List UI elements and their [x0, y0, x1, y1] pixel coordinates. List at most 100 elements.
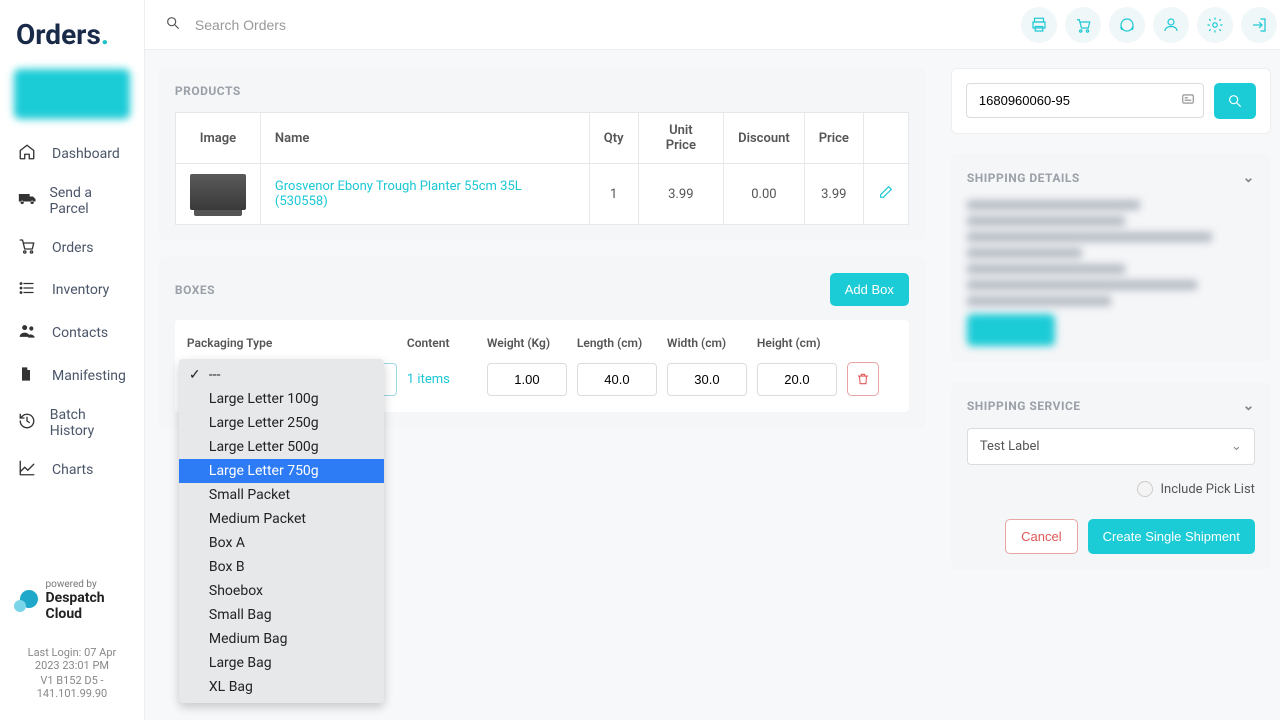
provider-name: Despatch Cloud — [46, 590, 130, 622]
bh-content: Content — [407, 336, 477, 350]
topbar-settings-button[interactable] — [1197, 7, 1233, 43]
sidebar-item-manifesting[interactable]: Manifesting — [0, 355, 144, 397]
topbar-printer-button[interactable] — [1021, 7, 1057, 43]
sidebar-item-label: Contacts — [52, 325, 108, 341]
sidebar-item-dashboard[interactable]: Dashboard — [0, 133, 144, 175]
sidebar-item-inventory[interactable]: Inventory — [0, 269, 144, 311]
sidebar: Orders. Dashboard Send a Parcel Orders I… — [0, 0, 145, 720]
include-pick-list-label: Include Pick List — [1161, 482, 1255, 497]
sidebar-item-contacts[interactable]: Contacts — [0, 311, 144, 355]
truck-icon — [18, 189, 40, 213]
topbar-logout-button[interactable] — [1241, 7, 1277, 43]
topbar-support-button[interactable] — [1109, 7, 1145, 43]
include-pick-list-checkbox[interactable] — [1137, 481, 1153, 497]
boxes-panel: BOXES Add Box Packaging Type Content Wei… — [159, 257, 925, 428]
shipping-service-select[interactable]: Test Label ⌄ — [967, 428, 1255, 465]
th-name: Name — [260, 113, 589, 164]
cart-icon — [18, 237, 42, 259]
bh-width: Width (cm) — [667, 336, 747, 350]
products-table: Image Name Qty Unit Price Discount Price… — [175, 112, 909, 225]
topbar — [145, 0, 1280, 50]
products-title: PRODUCTS — [175, 84, 909, 98]
th-actions — [863, 113, 908, 164]
create-shipment-button[interactable]: Create Single Shipment — [1088, 519, 1255, 554]
last-login-text: Last Login: 07 Apr 2023 23:01 PM — [14, 646, 130, 672]
dropdown-option[interactable]: Box A — [179, 531, 384, 555]
provider-logo-icon — [14, 590, 40, 612]
th-qty: Qty — [589, 113, 638, 164]
shipping-service-value: Test Label — [980, 439, 1040, 454]
table-row: Grosvenor Ebony Trough Planter 55cm 35L … — [175, 164, 908, 225]
product-image-cell — [175, 164, 260, 225]
dropdown-option[interactable]: Large Bag — [179, 651, 384, 675]
chart-line-icon — [18, 459, 42, 481]
box-content-link[interactable]: 1 items — [407, 372, 477, 387]
dropdown-option[interactable]: Small Bag — [179, 603, 384, 627]
weight-input[interactable] — [487, 363, 567, 396]
sidebar-item-label: Orders — [52, 240, 94, 256]
packaging-type-dropdown[interactable]: ---Large Letter 100gLarge Letter 250gLar… — [179, 359, 384, 703]
bh-packaging: Packaging Type — [187, 336, 397, 350]
cancel-button[interactable]: Cancel — [1005, 519, 1077, 554]
th-discount: Discount — [724, 113, 805, 164]
nav: Dashboard Send a Parcel Orders Inventory… — [0, 129, 144, 579]
dropdown-option[interactable]: Medium Bag — [179, 627, 384, 651]
height-input[interactable] — [757, 363, 837, 396]
delete-box-button[interactable] — [847, 362, 879, 396]
sidebar-item-label: Send a Parcel — [50, 185, 126, 217]
shipping-service-title: SHIPPING SERVICE — [967, 399, 1081, 413]
sidebar-footer: powered by Despatch Cloud Last Login: 07… — [0, 579, 144, 720]
edit-icon[interactable] — [878, 189, 894, 204]
th-unit-price: Unit Price — [638, 113, 724, 164]
search-input[interactable] — [195, 17, 1007, 33]
add-box-button[interactable]: Add Box — [830, 273, 909, 306]
dropdown-option[interactable]: --- — [179, 363, 384, 387]
sidebar-item-label: Batch History — [50, 407, 126, 439]
shipping-address-redacted — [967, 200, 1255, 306]
id-card-icon — [1180, 92, 1196, 110]
build-info-text: V1 B152 D5 - 141.101.99.90 — [14, 674, 130, 700]
sidebar-item-orders[interactable]: Orders — [0, 227, 144, 269]
topbar-cart-button[interactable] — [1065, 7, 1101, 43]
shipping-service-panel: SHIPPING SERVICE ⌄ Test Label ⌄ Include … — [951, 382, 1271, 570]
dropdown-option[interactable]: Box B — [179, 555, 384, 579]
width-input[interactable] — [667, 363, 747, 396]
user-card[interactable] — [14, 69, 130, 119]
powered-by-label: powered by — [46, 579, 130, 590]
order-search-button[interactable] — [1214, 83, 1256, 119]
dropdown-option[interactable]: Shoebox — [179, 579, 384, 603]
chevron-down-icon[interactable]: ⌄ — [1243, 170, 1255, 186]
sidebar-item-label: Dashboard — [52, 146, 120, 162]
dropdown-option[interactable]: Large Letter 500g — [179, 435, 384, 459]
list-icon — [18, 279, 42, 301]
product-unit-price: 3.99 — [638, 164, 724, 225]
sidebar-item-charts[interactable]: Charts — [0, 449, 144, 491]
home-icon — [18, 143, 42, 165]
dropdown-option[interactable]: Large Letter 100g — [179, 387, 384, 411]
dropdown-option[interactable]: Small Packet — [179, 483, 384, 507]
chevron-down-icon: ⌄ — [1231, 439, 1242, 454]
shipping-details-panel: SHIPPING DETAILS ⌄ — [951, 154, 1271, 362]
boxes-title: BOXES — [175, 283, 215, 297]
dropdown-option[interactable]: Large Letter 750g — [179, 459, 384, 483]
product-name-link[interactable]: Grosvenor Ebony Trough Planter 55cm 35L … — [275, 179, 522, 209]
sidebar-item-batch-history[interactable]: Batch History — [0, 397, 144, 449]
length-input[interactable] — [577, 363, 657, 396]
topbar-user-button[interactable] — [1153, 7, 1189, 43]
dropdown-option[interactable]: XL Bag — [179, 675, 384, 699]
dropdown-option[interactable]: Large Letter 250g — [179, 411, 384, 435]
dropdown-option[interactable]: Medium Packet — [179, 507, 384, 531]
history-icon — [18, 412, 40, 434]
shipping-details-action-redacted[interactable] — [967, 314, 1055, 346]
search-icon — [165, 15, 181, 35]
sidebar-item-send-parcel[interactable]: Send a Parcel — [0, 175, 144, 227]
order-search-input[interactable] — [966, 83, 1204, 118]
shipping-details-title: SHIPPING DETAILS — [967, 171, 1080, 185]
bh-weight: Weight (Kg) — [487, 336, 567, 350]
product-price: 3.99 — [804, 164, 863, 225]
chevron-down-icon[interactable]: ⌄ — [1243, 398, 1255, 414]
sidebar-item-label: Inventory — [52, 282, 109, 298]
users-icon — [18, 321, 42, 345]
bh-length: Length (cm) — [577, 336, 657, 350]
bh-height: Height (cm) — [757, 336, 837, 350]
